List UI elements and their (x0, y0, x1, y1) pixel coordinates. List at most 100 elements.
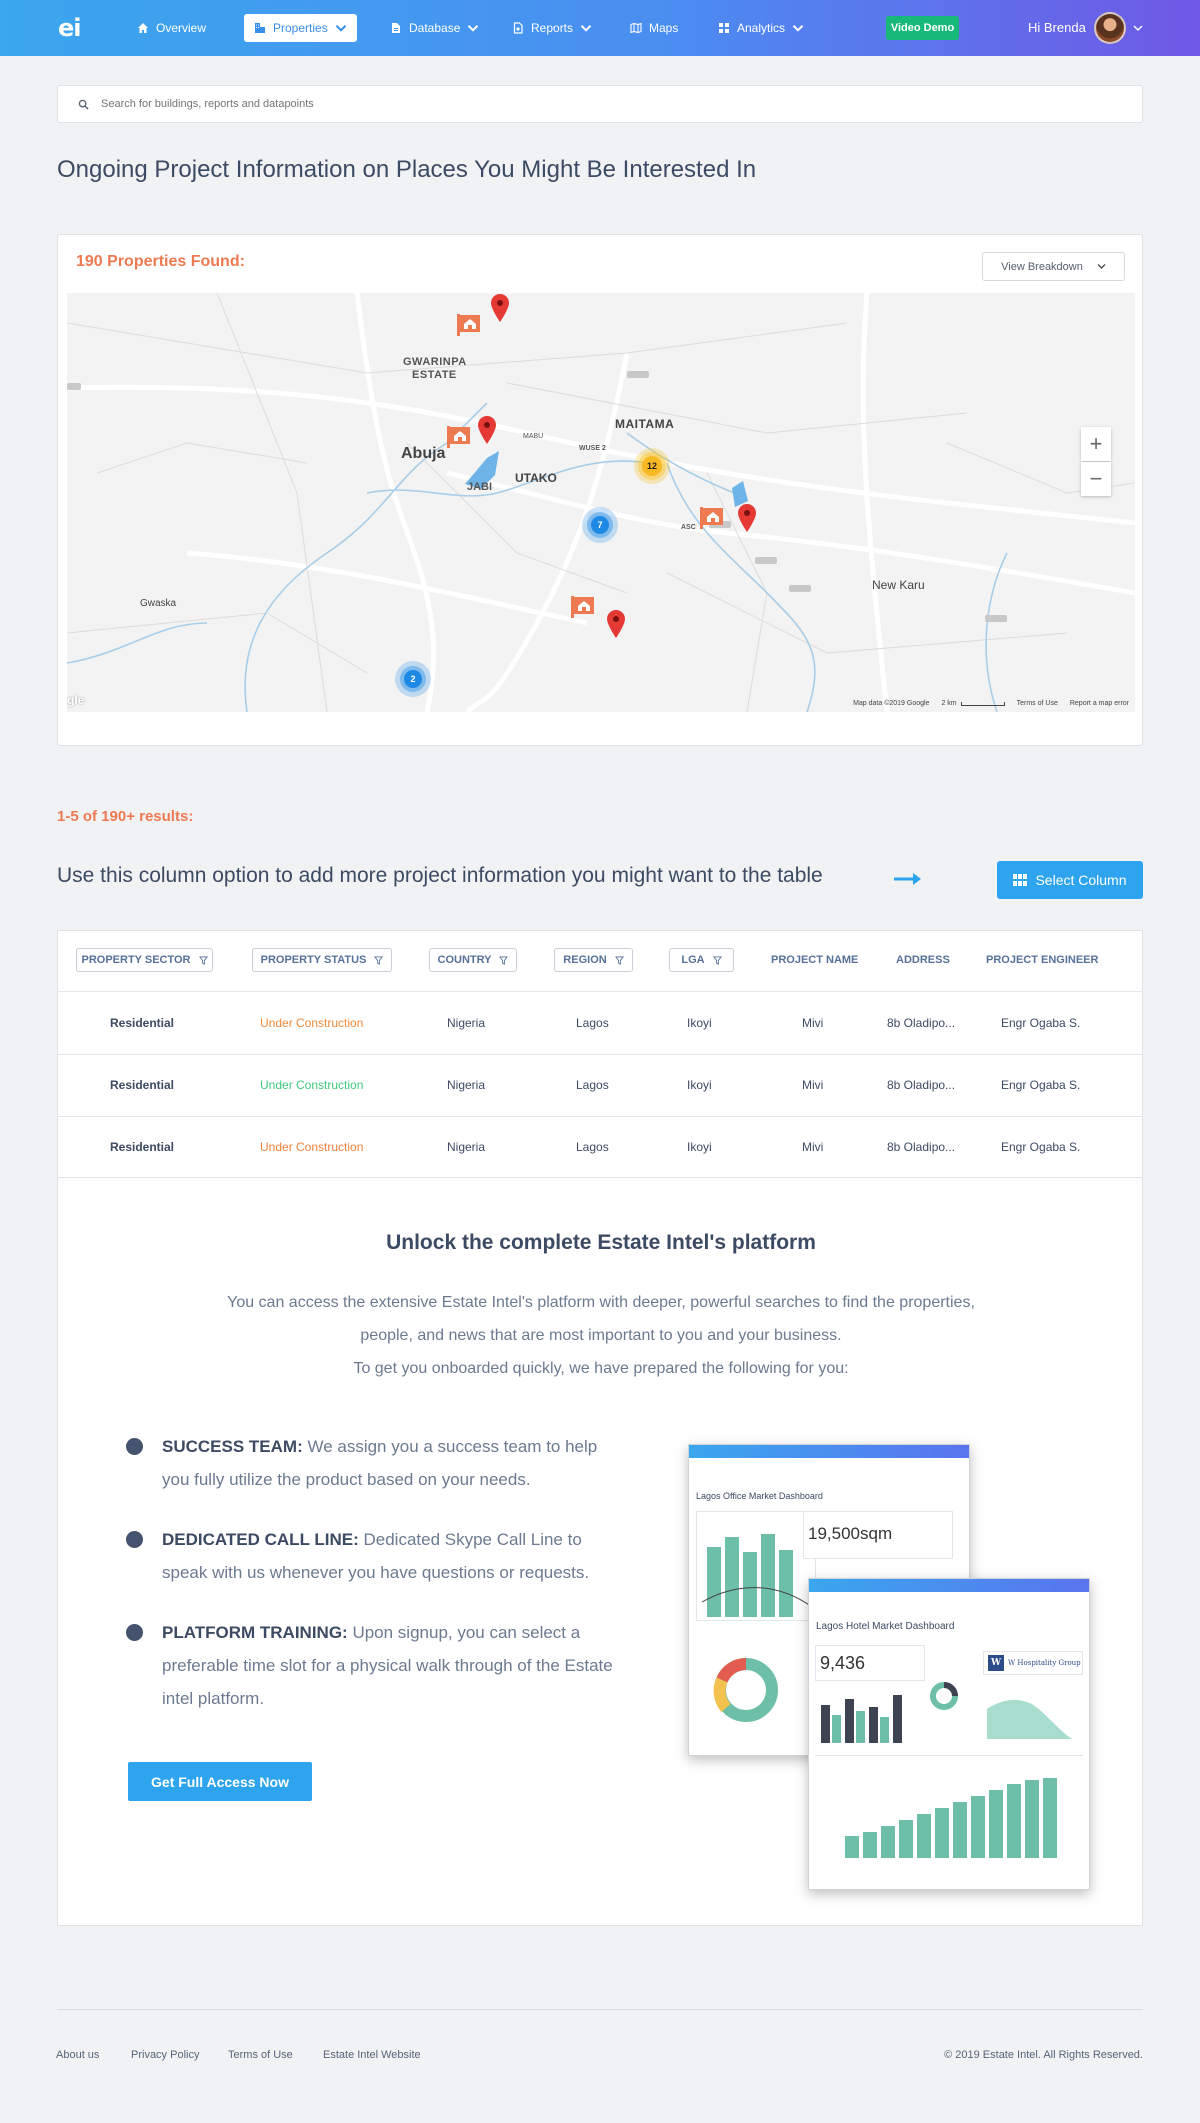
preview-column-chart (815, 1755, 1083, 1860)
cell-sector: Residential (110, 1078, 175, 1092)
preview-bar-chart (815, 1685, 923, 1745)
bullet-dot (126, 1531, 143, 1548)
filter-property-sector[interactable]: PROPERTY SECTOR (76, 948, 213, 972)
chevron-down-icon (792, 25, 804, 32)
preview-title: Lagos Hotel Market Dashboard (816, 1621, 955, 1632)
footer-link-terms[interactable]: Terms of Use (228, 2049, 293, 2061)
cell-address: 8b Oladipo... (887, 1140, 956, 1154)
user-greeting: Hi Brenda (1028, 20, 1086, 35)
filter-icon (374, 955, 384, 965)
property-marker-icon[interactable] (447, 426, 471, 448)
benefit-call-line: DEDICATED CALL LINE: Dedicated Skype Cal… (162, 1523, 622, 1589)
chevron-down-icon[interactable] (1133, 24, 1143, 32)
get-full-access-button[interactable]: Get Full Access Now (128, 1762, 312, 1801)
video-demo-button[interactable]: Video Demo (886, 16, 959, 40)
search-input[interactable] (101, 98, 1001, 110)
dashboard-preview-hotel: Lagos Hotel Market Dashboard 9,436 W W H… (808, 1578, 1090, 1890)
filter-country[interactable]: COUNTRY (429, 948, 517, 972)
nav-database[interactable]: Database (390, 14, 479, 42)
cell-project-name: Mivi (802, 1016, 824, 1030)
zoom-out-button[interactable]: − (1081, 462, 1111, 496)
filter-lga[interactable]: LGA (669, 948, 734, 972)
footer-link-privacy[interactable]: Privacy Policy (131, 2049, 199, 2061)
unlock-title: Unlock the complete Estate Intel's platf… (386, 1231, 816, 1254)
map-label-wuse: WUSE 2 (579, 445, 606, 452)
map-pin-icon[interactable] (490, 293, 510, 323)
home-icon (138, 23, 148, 33)
chevron-down-icon (580, 25, 592, 32)
chevron-down-icon (468, 25, 479, 32)
map-label-gwaska: Gwaska (140, 598, 177, 609)
view-breakdown-label: View Breakdown (1001, 260, 1083, 273)
map-card: 190 Properties Found: View Breakdown GWA… (57, 234, 1143, 746)
header-address: ADDRESS (896, 954, 950, 966)
map-pin-icon[interactable] (606, 609, 626, 639)
cell-project-name: Mivi (802, 1078, 824, 1092)
map-label-utako: UTAKO (515, 471, 557, 485)
brand-mark: W (988, 1655, 1004, 1671)
cell-status: Under Construction (260, 1016, 364, 1030)
map-pin-icon[interactable] (477, 415, 497, 445)
preview-title: Lagos Office Market Dashboard (696, 1491, 823, 1501)
avatar[interactable] (1094, 12, 1126, 44)
table-row[interactable]: Residential Under Construction Nigeria L… (58, 993, 1142, 1055)
filter-label: PROPERTY STATUS (260, 954, 367, 966)
preview-kpi: 9,436 (815, 1645, 925, 1681)
map-icon (630, 22, 642, 34)
view-breakdown-select[interactable]: View Breakdown (982, 252, 1125, 281)
preview-navbar (809, 1579, 1089, 1592)
property-marker-icon[interactable] (457, 314, 481, 336)
search-bar[interactable] (57, 85, 1143, 123)
map-label-estate: ESTATE (412, 369, 457, 381)
cell-country: Nigeria (447, 1140, 486, 1154)
cell-sector: Residential (110, 1016, 175, 1030)
nav-label: Reports (531, 21, 574, 35)
page-title: Ongoing Project Information on Places Yo… (57, 156, 757, 183)
map-cluster[interactable]: 7 (582, 507, 618, 543)
cell-address: 8b Oladipo... (887, 1016, 956, 1030)
filter-property-status[interactable]: PROPERTY STATUS (252, 948, 392, 972)
nav-label: Analytics (737, 21, 786, 35)
nav-label: Maps (649, 21, 679, 35)
footer-link-website[interactable]: Estate Intel Website (323, 2049, 421, 2061)
footer-link-about[interactable]: About us (56, 2049, 99, 2061)
map-data-credit: Map data ©2019 Google (853, 700, 930, 707)
preview-brand-logo: W W Hospitality Group (983, 1651, 1083, 1675)
map-report-link[interactable]: Report a map error (1070, 700, 1129, 707)
table-row[interactable]: Residential Under Construction Nigeria L… (58, 1117, 1142, 1179)
nav-reports[interactable]: Reports (512, 14, 592, 42)
nav-properties[interactable]: Properties (244, 14, 357, 42)
footer-copyright: © 2019 Estate Intel. All Rights Reserved… (944, 2049, 1143, 2061)
select-column-button[interactable]: Select Column (997, 861, 1143, 899)
preview-kpi-value: 9,436 (820, 1653, 866, 1673)
property-marker-icon[interactable] (571, 596, 595, 618)
unlock-desc-main: You can access the extensive Estate Inte… (227, 1294, 975, 1344)
benefit-heading: DEDICATED CALL LINE: (162, 1530, 359, 1549)
nav-analytics[interactable]: Analytics (718, 14, 804, 42)
zoom-in-button[interactable]: + (1081, 427, 1111, 461)
scale-bar (960, 701, 1005, 706)
header-project-name: PROJECT NAME (771, 954, 859, 966)
footer-divider (57, 2009, 1143, 2010)
map-cluster[interactable]: 2 (395, 661, 431, 697)
nav-maps[interactable]: Maps (630, 14, 678, 42)
filter-label: COUNTRY (437, 954, 492, 966)
nav-overview[interactable]: Overview (137, 14, 206, 42)
header-project-engineer: PROJECT ENGINEER (986, 954, 1099, 966)
cell-region: Lagos (576, 1016, 609, 1030)
map-terms-link[interactable]: Terms of Use (1017, 700, 1058, 707)
property-marker-icon[interactable] (700, 507, 724, 529)
table-row[interactable]: Residential Under Construction Nigeria L… (58, 1055, 1142, 1117)
map-pin-icon[interactable] (737, 503, 757, 533)
cell-address: 8b Oladipo... (887, 1078, 956, 1092)
cell-engineer: Engr Ogaba S. (1001, 1078, 1081, 1092)
cell-lga: Ikoyi (687, 1078, 712, 1092)
logo[interactable]: ei (58, 14, 81, 42)
map-label-asc: ASC (681, 524, 696, 531)
properties-found-count: 190 Properties Found: (76, 253, 245, 270)
properties-map[interactable]: GWARINPA ESTATE MAITAMA Abuja JABI UTAKO… (67, 293, 1135, 712)
map-cluster[interactable]: 12 (634, 448, 670, 484)
cell-project-name: Mivi (802, 1140, 824, 1154)
cell-status: Under Construction (260, 1140, 364, 1154)
filter-region[interactable]: REGION (554, 948, 633, 972)
